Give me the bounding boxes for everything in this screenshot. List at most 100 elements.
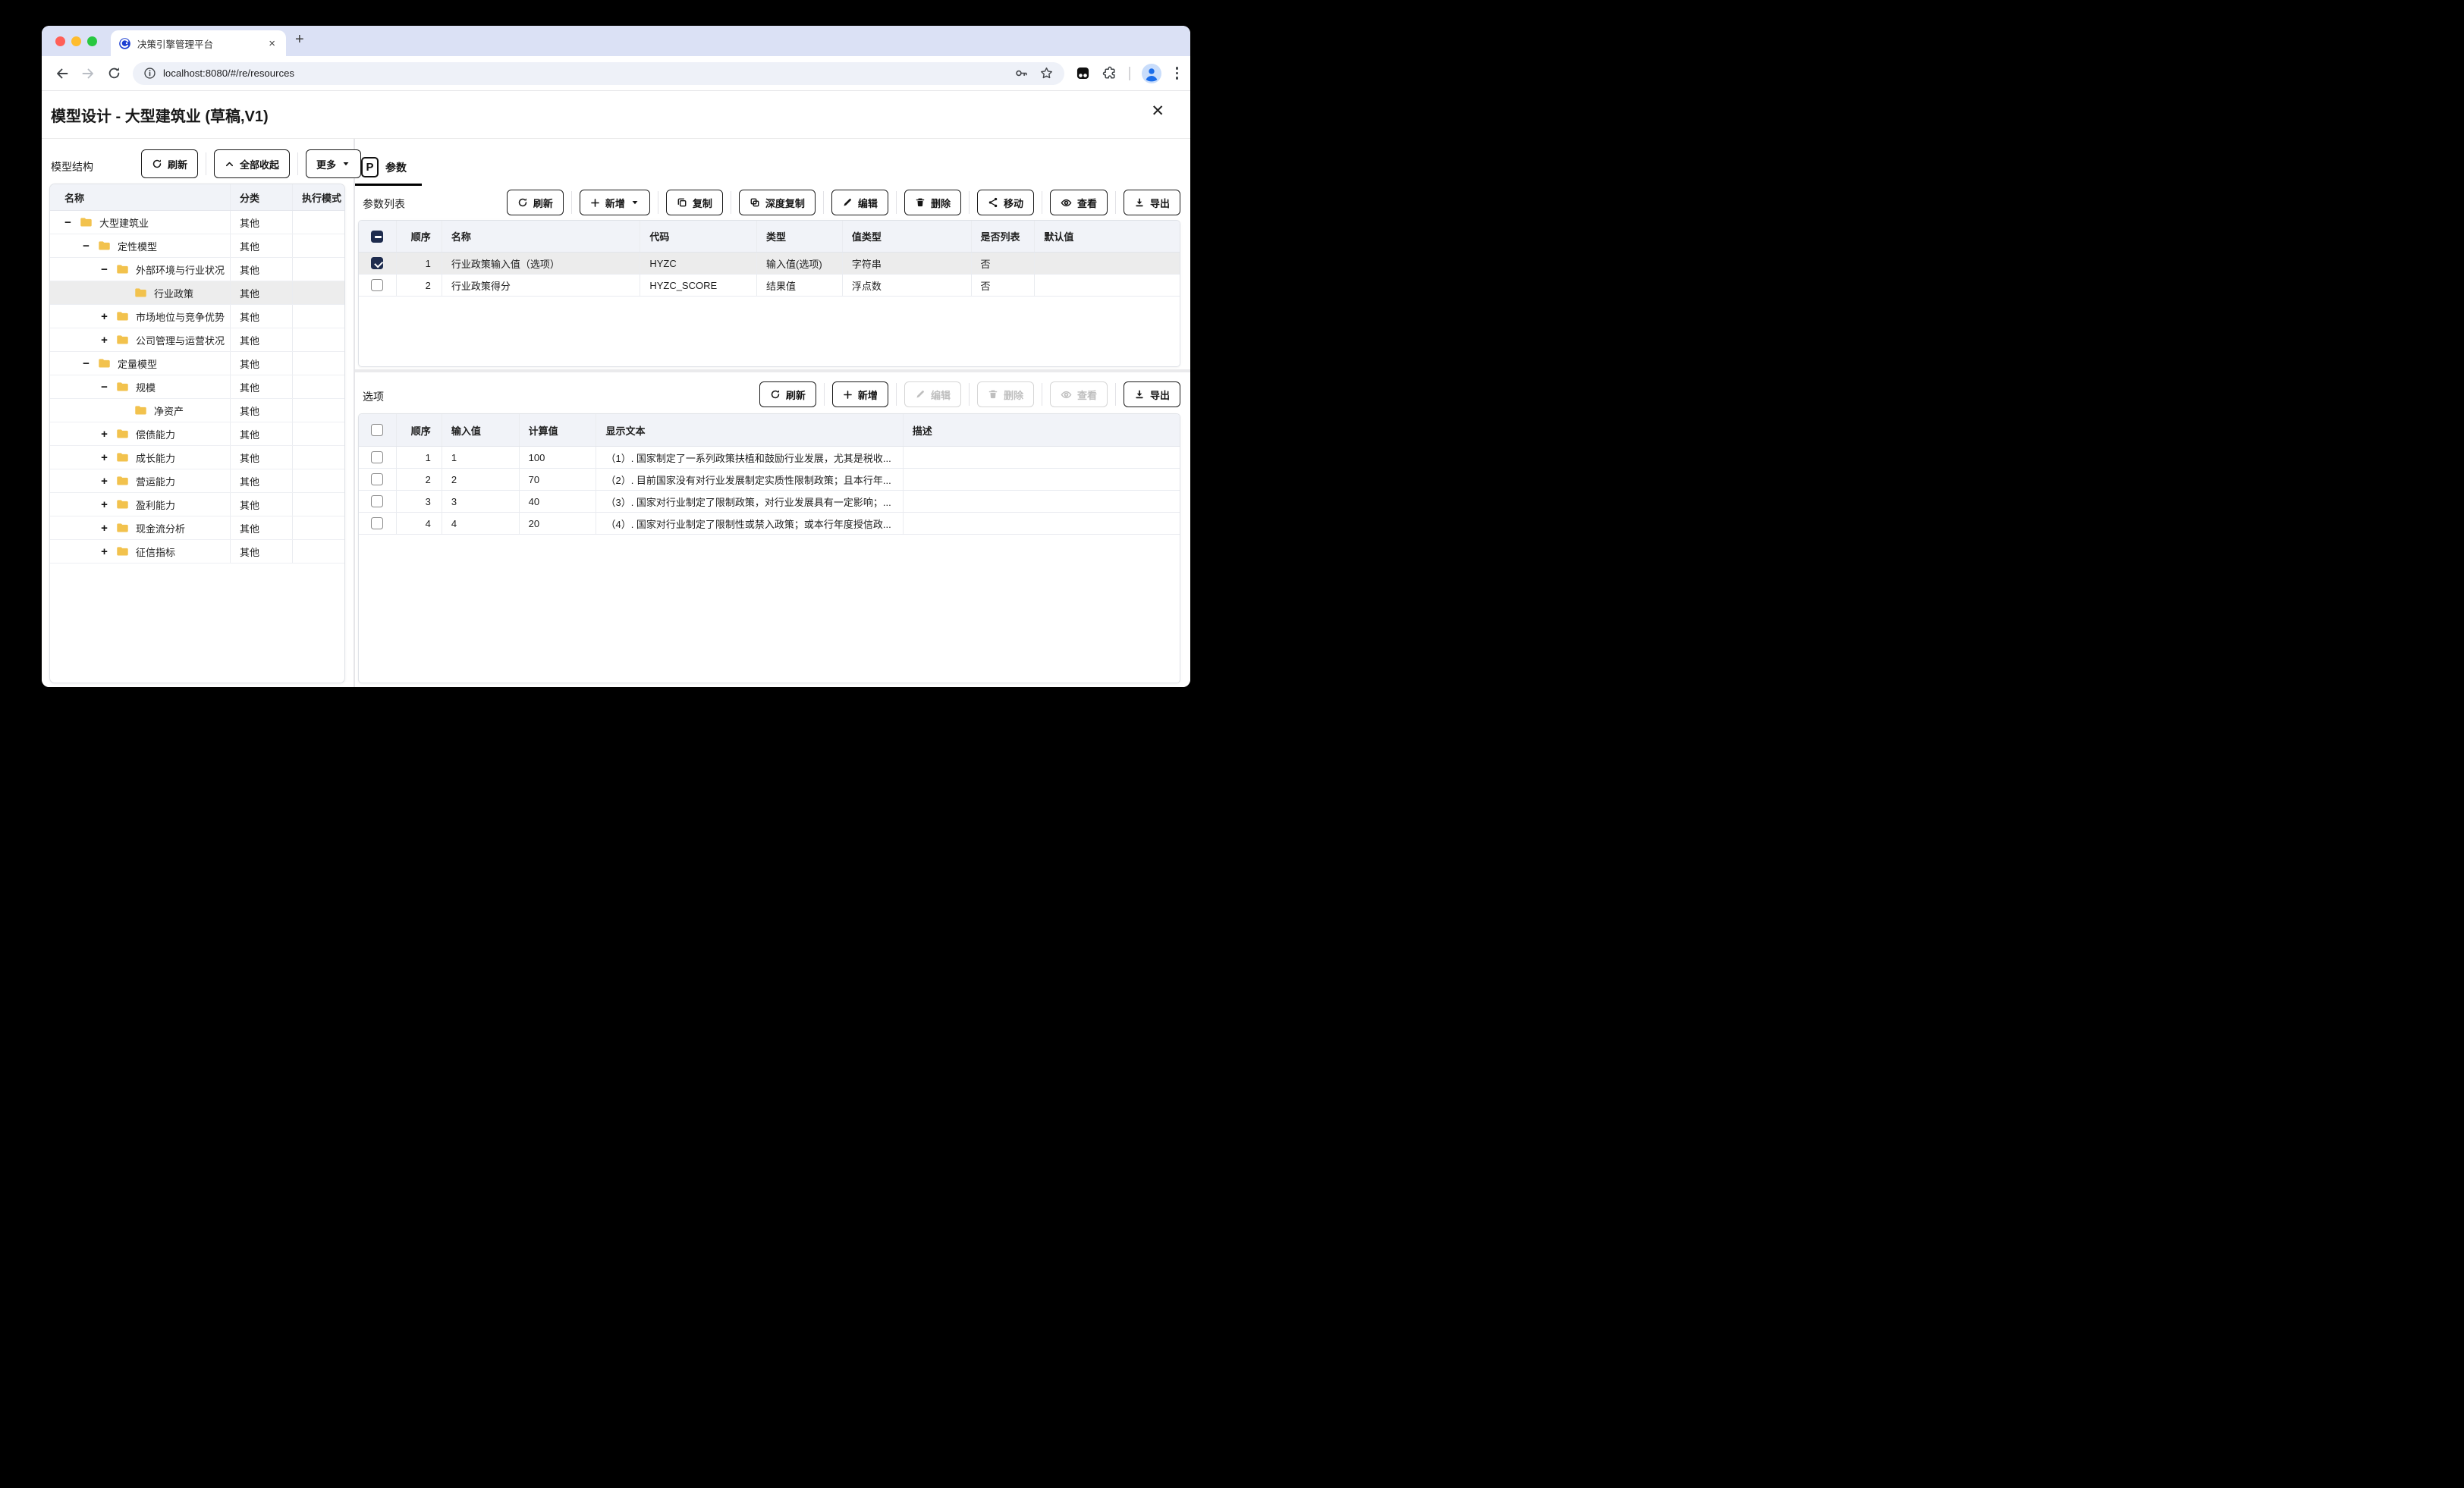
refresh-button[interactable]: 刷新 (507, 190, 564, 215)
tree-row[interactable]: +营运能力其他 (50, 469, 344, 493)
tree-row[interactable]: −规模其他 (50, 375, 344, 399)
close-window-button[interactable] (55, 36, 65, 46)
folder-icon (116, 429, 129, 439)
tree-row[interactable]: −定量模型其他 (50, 352, 344, 375)
tree-row[interactable]: +成长能力其他 (50, 446, 344, 469)
table-row[interactable]: 11100（1）. 国家制定了一系列政策扶植和鼓励行业发展，尤其是税收... (359, 447, 1180, 469)
copy-button[interactable]: 复制 (666, 190, 723, 215)
browser-menu-kebab-icon[interactable] (1173, 67, 1182, 80)
expand-toggle[interactable]: + (99, 428, 110, 441)
refresh-button[interactable]: 刷新 (759, 381, 816, 407)
collapse-toggle[interactable]: − (99, 381, 110, 394)
table-row[interactable]: 2行业政策得分HYZC_SCORE结果值浮点数否 (359, 275, 1180, 297)
tree-mode-cell (292, 422, 344, 445)
column-header: 顺序 (396, 414, 442, 446)
reload-icon[interactable] (101, 61, 127, 86)
favicon-swirl-icon (118, 37, 131, 50)
move-button[interactable]: 移动 (977, 190, 1034, 215)
expand-toggle[interactable]: + (99, 498, 110, 511)
delete-button[interactable]: 删除 (904, 190, 961, 215)
extensions-puzzle-icon[interactable] (1102, 66, 1117, 81)
collapse-toggle[interactable]: − (80, 240, 92, 253)
tree-row[interactable]: +现金流分析其他 (50, 516, 344, 540)
collapse-toggle[interactable]: − (99, 263, 110, 276)
collapse-toggle[interactable]: − (80, 357, 92, 370)
tree-row[interactable]: 净资产其他 (50, 399, 344, 422)
tree-row[interactable]: −大型建筑业其他 (50, 211, 344, 234)
table-cell: 1 (396, 253, 442, 274)
table-row[interactable]: 2270（2）. 目前国家没有对行业发展制定实质性限制政策；且本行年... (359, 469, 1180, 491)
tree-row[interactable]: −定性模型其他 (50, 234, 344, 258)
page-title: 模型设计 - 大型建筑业 (草稿,V1) (51, 104, 269, 126)
export-button[interactable]: 导出 (1124, 381, 1180, 407)
forward-arrow-icon[interactable] (75, 61, 101, 86)
add-button[interactable]: 新增 (832, 381, 888, 407)
expand-toggle[interactable]: + (99, 334, 110, 347)
more-button[interactable]: 更多 (306, 149, 361, 178)
extension-tile-icon[interactable] (1075, 65, 1091, 81)
checkbox-unchecked[interactable] (371, 495, 383, 507)
page-close-icon[interactable]: ✕ (1151, 103, 1164, 119)
new-tab-button[interactable]: + (295, 31, 304, 49)
tree-node-label: 行业政策 (154, 286, 193, 300)
checkbox-unchecked[interactable] (371, 517, 383, 529)
tree-node-label: 征信指标 (136, 545, 175, 559)
password-key-icon[interactable] (1014, 66, 1029, 80)
checkbox-checked[interactable] (371, 257, 383, 269)
table-cell: 20 (519, 513, 596, 534)
collapse-toggle[interactable]: − (62, 216, 74, 229)
trash-icon (915, 197, 926, 208)
table-cell: （1）. 国家制定了一系列政策扶植和鼓励行业发展，尤其是税收... (596, 447, 902, 468)
address-bar[interactable]: localhost:8080/#/re/resources (133, 62, 1064, 85)
expand-toggle[interactable]: + (99, 310, 110, 323)
expand-toggle[interactable]: + (99, 522, 110, 535)
expand-toggle[interactable]: + (99, 451, 110, 464)
view-button: 查看 (1050, 381, 1108, 407)
edit-button: 编辑 (904, 381, 961, 407)
back-arrow-icon[interactable] (49, 61, 75, 86)
tree-row[interactable]: +公司管理与运营状况其他 (50, 328, 344, 352)
minimize-window-button[interactable] (71, 36, 81, 46)
tree-row[interactable]: +市场地位与竞争优势其他 (50, 305, 344, 328)
collapse-all-button[interactable]: 全部收起 (214, 149, 290, 178)
edit-button[interactable]: 编辑 (831, 190, 888, 215)
tab-params[interactable]: P 参数 (361, 157, 407, 177)
view-button[interactable]: 查看 (1050, 190, 1108, 215)
table-cell (903, 513, 1180, 534)
tree-row[interactable]: −外部环境与行业状况其他 (50, 258, 344, 281)
checkbox-unchecked[interactable] (371, 473, 383, 485)
button-divider (823, 191, 824, 214)
browser-tab[interactable]: 决策引擎管理平台 × (111, 30, 286, 56)
refresh-button[interactable]: 刷新 (141, 149, 198, 178)
tree-row[interactable]: +盈利能力其他 (50, 493, 344, 516)
profile-avatar[interactable] (1142, 64, 1161, 83)
column-header: 默认值 (1034, 221, 1180, 252)
tree-category-cell: 其他 (230, 258, 292, 281)
expand-toggle[interactable]: + (99, 545, 110, 558)
table-cell: 否 (971, 253, 1035, 274)
checkbox-unchecked[interactable] (371, 424, 383, 436)
add-button[interactable]: 新增 (580, 190, 650, 215)
table-row[interactable]: 3340（3）. 国家对行业制定了限制政策，对行业发展具有一定影响；... (359, 491, 1180, 513)
info-icon[interactable] (143, 67, 156, 80)
checkbox-indeterminate[interactable] (371, 231, 383, 243)
tab-close-icon[interactable]: × (266, 36, 278, 51)
tree-row[interactable]: +偿债能力其他 (50, 422, 344, 446)
table-row[interactable]: 4420（4）. 国家对行业制定了限制性或禁入政策；或本行年度授信政... (359, 513, 1180, 535)
url-text[interactable]: localhost:8080/#/re/resources (163, 67, 1004, 79)
table-cell (1034, 253, 1180, 274)
checkbox-unchecked[interactable] (371, 279, 383, 291)
tree-row[interactable]: +征信指标其他 (50, 540, 344, 563)
table-row[interactable]: 1行业政策输入值（选项）HYZC输入值(选项)字符串否 (359, 253, 1180, 275)
deep-copy-button[interactable]: 深度复制 (739, 190, 816, 215)
column-header: 名称 (442, 221, 640, 252)
expand-toggle[interactable]: + (99, 475, 110, 488)
options-table: 顺序输入值计算值显示文本描述 11100（1）. 国家制定了一系列政策扶植和鼓励… (358, 413, 1180, 683)
checkbox-unchecked[interactable] (371, 451, 383, 463)
export-button[interactable]: 导出 (1124, 190, 1180, 215)
bookmark-star-icon[interactable] (1039, 66, 1054, 80)
column-header: 输入值 (442, 414, 519, 446)
eye-icon (1061, 197, 1072, 209)
tree-row[interactable]: 行业政策其他 (50, 281, 344, 305)
zoom-window-button[interactable] (87, 36, 97, 46)
